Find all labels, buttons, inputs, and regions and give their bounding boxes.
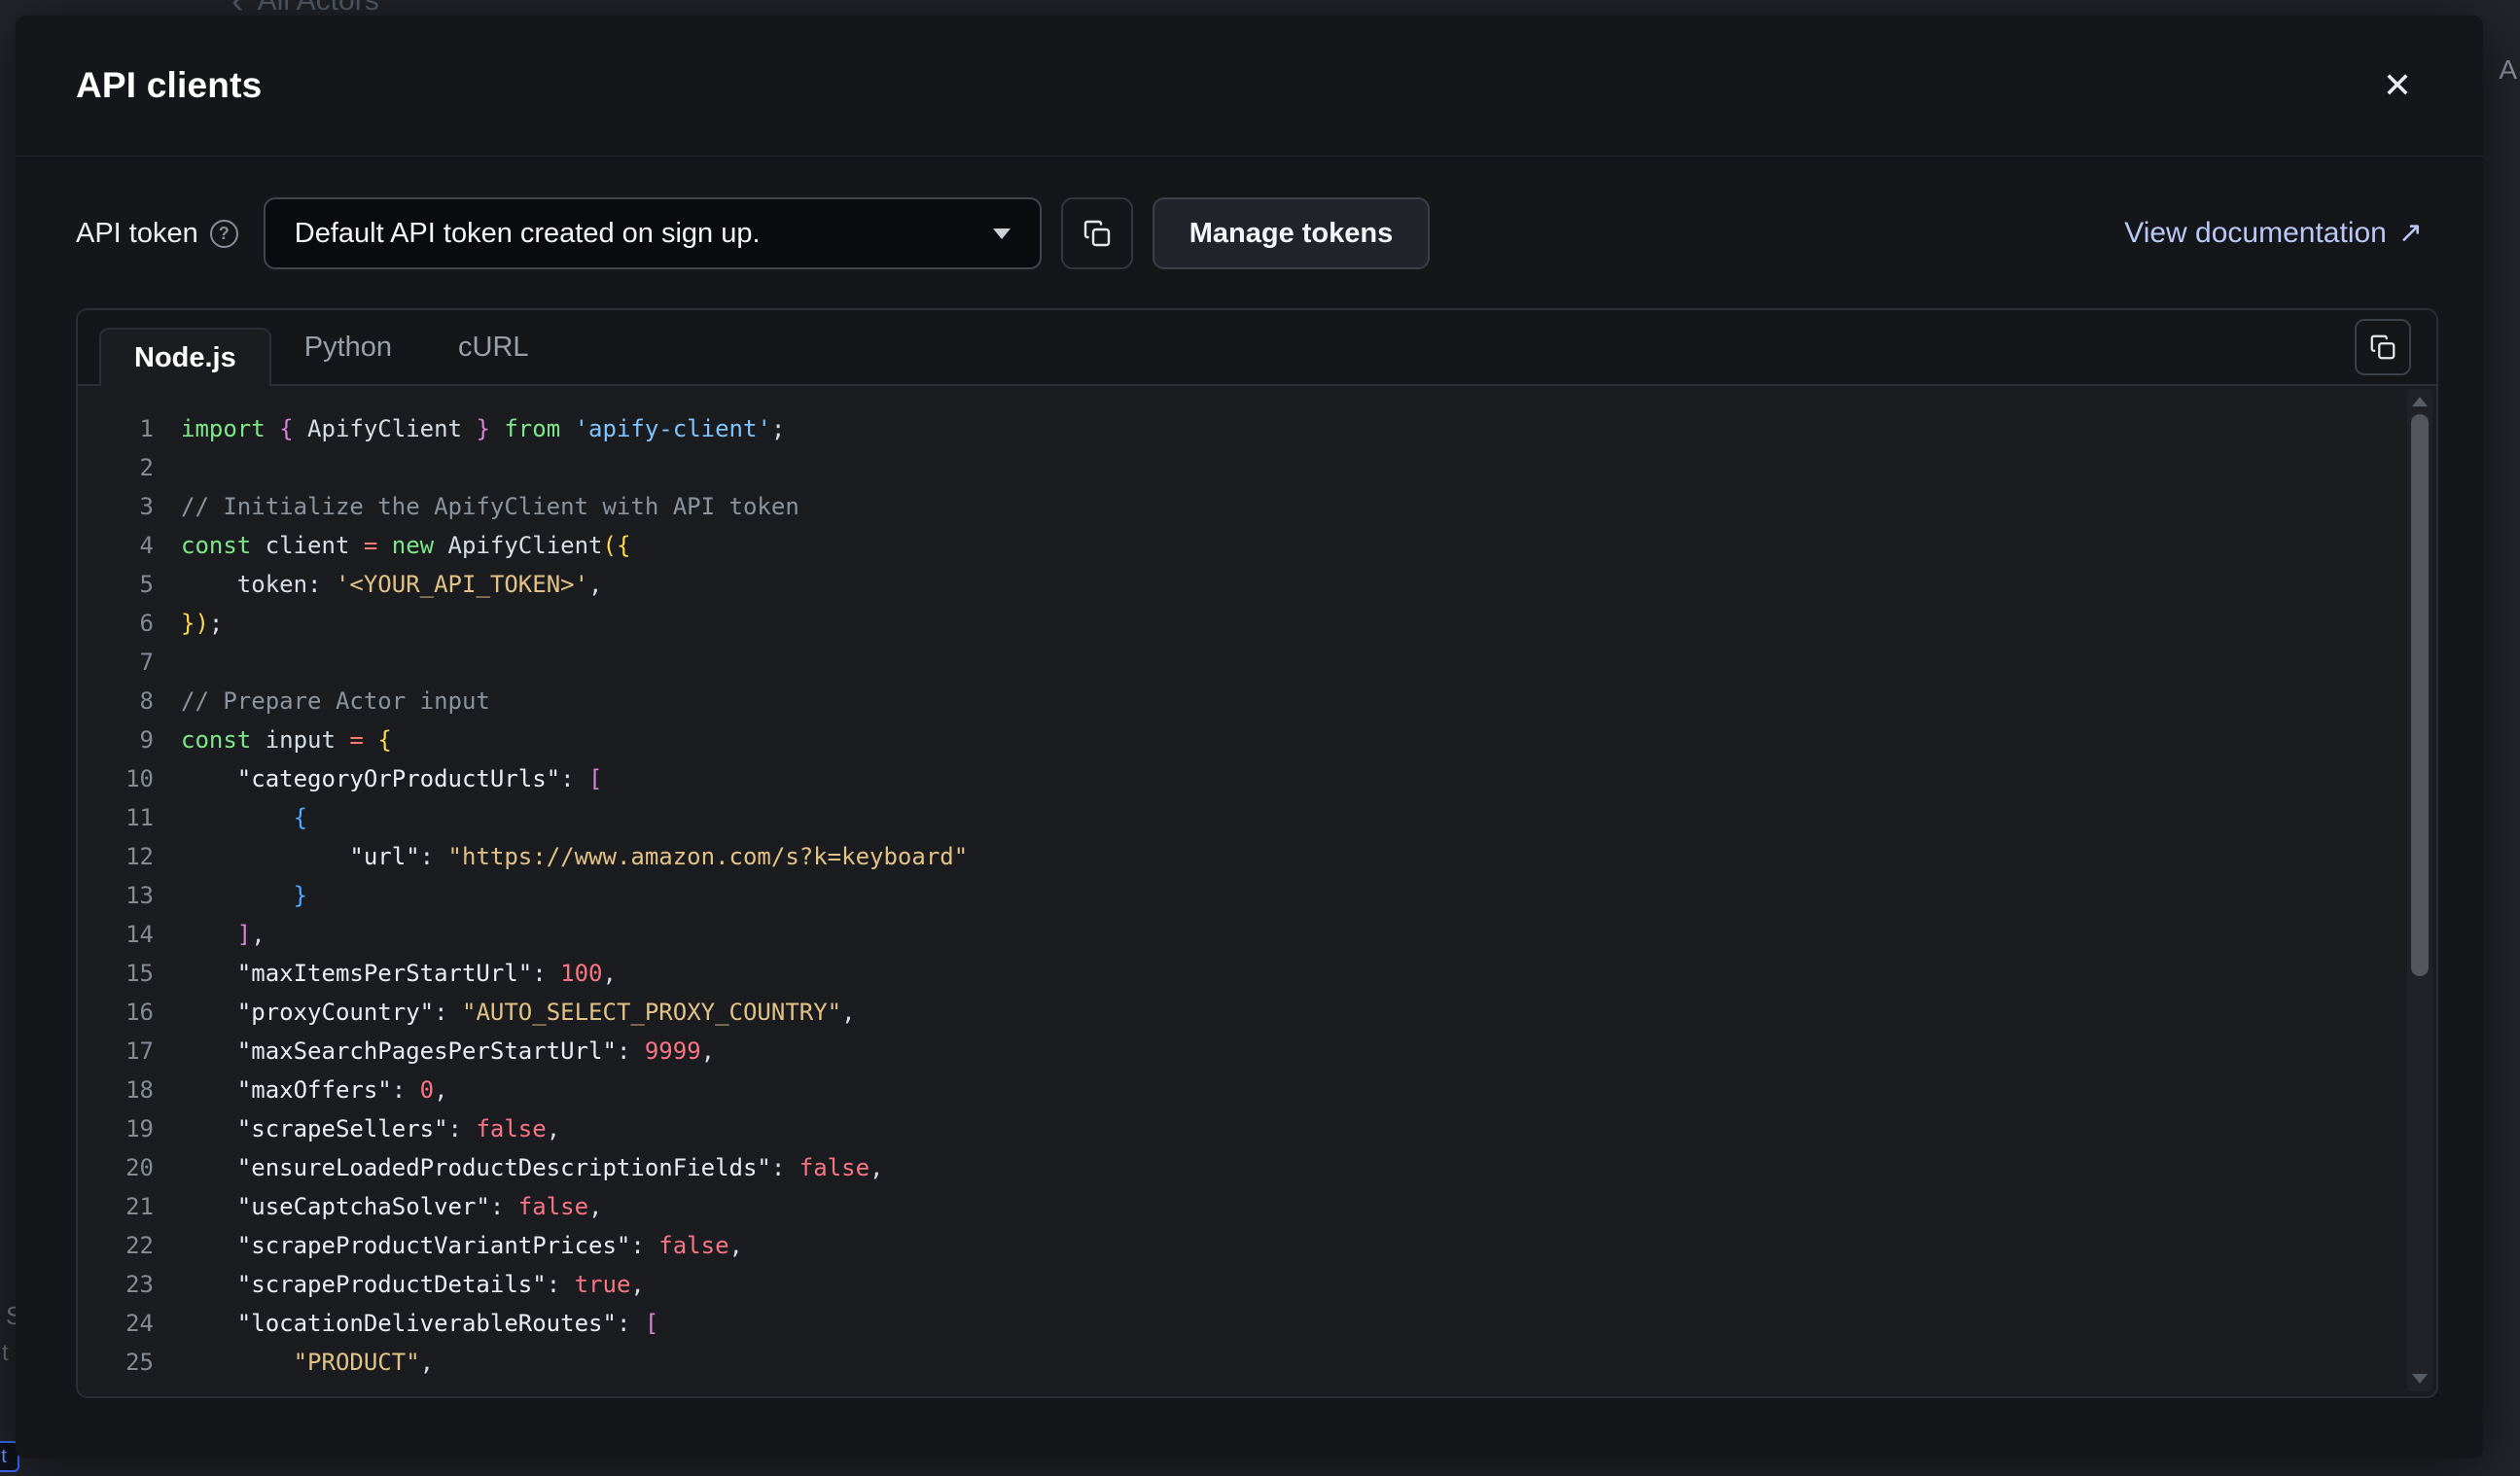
line-number: 15 <box>78 954 154 993</box>
code-line: "useCaptchaSolver": false, <box>181 1187 968 1226</box>
line-number: 4 <box>78 526 154 565</box>
code-line: import { ApifyClient } from 'apify-clien… <box>181 409 968 448</box>
copy-token-button[interactable] <box>1061 197 1133 269</box>
api-token-label: API token <box>76 218 198 250</box>
line-number: 10 <box>78 759 154 798</box>
manage-tokens-button[interactable]: Manage tokens <box>1153 197 1431 269</box>
line-number: 1 <box>78 409 154 448</box>
line-number: 13 <box>78 876 154 915</box>
scrollbar-track[interactable] <box>2407 414 2432 1366</box>
line-number: 2 <box>78 448 154 487</box>
code-line: const client = new ApifyClient({ <box>181 526 968 565</box>
copy-code-button[interactable] <box>2355 319 2411 375</box>
line-number: 12 <box>78 837 154 876</box>
close-button[interactable]: ✕ <box>2372 60 2423 111</box>
code-line <box>181 643 968 682</box>
code-line <box>181 448 968 487</box>
code-line: // Initialize the ApifyClient with API t… <box>181 487 968 526</box>
code-line: "ensureLoadedProductDescriptionFields": … <box>181 1148 968 1187</box>
line-number: 21 <box>78 1187 154 1226</box>
code-line: const input = { <box>181 720 968 759</box>
code-panel: Node.jsPythoncURL 1234567891011121314151… <box>76 308 2438 1398</box>
line-number: 7 <box>78 643 154 682</box>
code-line: "scrapeProductDetails": true, <box>181 1265 968 1304</box>
code-editor: 1234567891011121314151617181920212223242… <box>78 386 2436 1396</box>
line-number: 18 <box>78 1071 154 1109</box>
code-line: "scrapeSellers": false, <box>181 1109 968 1148</box>
tab-python[interactable]: Python <box>271 310 425 384</box>
line-number: 23 <box>78 1265 154 1304</box>
code-tabs: Node.jsPythoncURL <box>78 310 2436 386</box>
page-title: API clients <box>76 65 262 106</box>
background-fragment: t <box>2 1340 9 1367</box>
code-line: }); <box>181 604 968 643</box>
tab-nodejs[interactable]: Node.js <box>99 328 271 386</box>
code-line: "PRODUCT", <box>181 1343 968 1382</box>
tab-curl[interactable]: cURL <box>425 310 562 384</box>
line-number: 14 <box>78 915 154 954</box>
copy-icon <box>1082 218 1113 249</box>
api-token-row: API token ? Default API token created on… <box>76 197 2423 269</box>
modal-header: API clients ✕ <box>16 16 2483 157</box>
line-number: 3 <box>78 487 154 526</box>
line-number: 16 <box>78 993 154 1032</box>
code-line: "maxItemsPerStartUrl": 100, <box>181 954 968 993</box>
code-line: ], <box>181 915 968 954</box>
line-number: 20 <box>78 1148 154 1187</box>
line-number: 19 <box>78 1109 154 1148</box>
code-line: "maxSearchPagesPerStartUrl": 9999, <box>181 1032 968 1071</box>
code-lines: import { ApifyClient } from 'apify-clien… <box>154 409 968 1396</box>
line-number: 9 <box>78 720 154 759</box>
external-link-icon: ↗ <box>2398 219 2423 248</box>
line-number: 22 <box>78 1226 154 1265</box>
line-number: 24 <box>78 1304 154 1343</box>
line-number: 17 <box>78 1032 154 1071</box>
line-number: 25 <box>78 1343 154 1382</box>
manage-tokens-label: Manage tokens <box>1189 218 1394 250</box>
code-scrollbar[interactable] <box>2407 389 2432 1391</box>
line-number: 6 <box>78 604 154 643</box>
code-line: token: '<YOUR_API_TOKEN>', <box>181 565 968 604</box>
scroll-up-button[interactable] <box>2412 389 2428 414</box>
view-documentation-label: View documentation <box>2124 217 2387 250</box>
close-icon: ✕ <box>2383 65 2412 106</box>
line-number: 5 <box>78 565 154 604</box>
code-line: "url": "https://www.amazon.com/s?k=keybo… <box>181 837 968 876</box>
line-number: 8 <box>78 682 154 720</box>
code-line: } <box>181 876 968 915</box>
scrollbar-thumb[interactable] <box>2411 414 2429 976</box>
view-documentation-link[interactable]: View documentation ↗ <box>2124 217 2423 250</box>
code-line: { <box>181 798 968 837</box>
api-clients-modal: API clients ✕ API token ? Default API to… <box>16 16 2483 1458</box>
code-line: // Prepare Actor input <box>181 682 968 720</box>
code-line: "categoryOrProductUrls": [ <box>181 759 968 798</box>
help-icon[interactable]: ? <box>210 220 238 248</box>
code-line: "scrapeProductVariantPrices": false, <box>181 1226 968 1265</box>
background-fragment: A <box>2499 54 2517 86</box>
code-line: "maxOffers": 0, <box>181 1071 968 1109</box>
chevron-down-icon <box>993 228 1011 239</box>
chevron-left-icon: ‹ <box>231 0 244 16</box>
api-token-selected-value: Default API token created on sign up. <box>295 218 761 250</box>
triangle-down-icon <box>2412 1374 2428 1384</box>
triangle-up-icon <box>2412 397 2428 406</box>
code-line: "locationDeliverableRoutes": [ <box>181 1304 968 1343</box>
line-number: 11 <box>78 798 154 837</box>
copy-icon <box>2368 333 2397 362</box>
line-numbers: 1234567891011121314151617181920212223242… <box>78 409 154 1396</box>
api-token-select[interactable]: Default API token created on sign up. <box>264 197 1042 269</box>
scroll-down-button[interactable] <box>2412 1366 2428 1391</box>
code-line: "proxyCountry": "AUTO_SELECT_PROXY_COUNT… <box>181 993 968 1032</box>
